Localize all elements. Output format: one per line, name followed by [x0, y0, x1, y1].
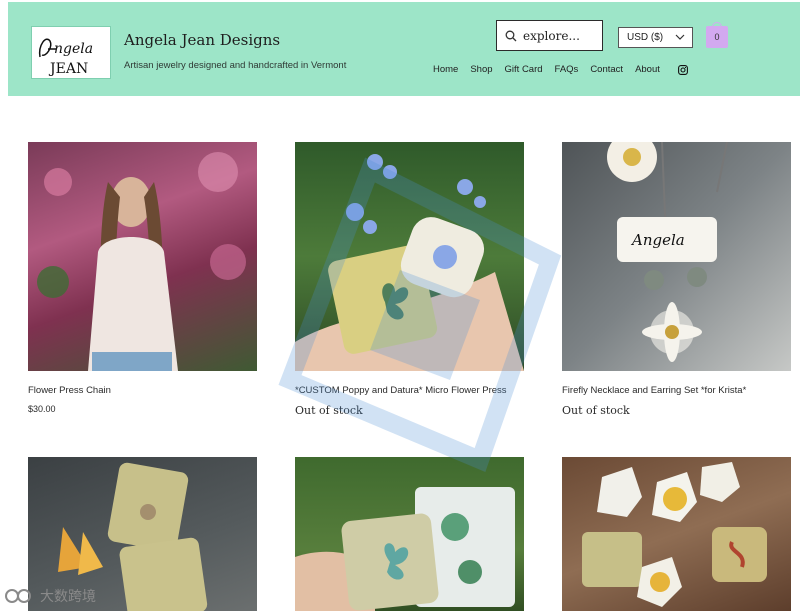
currency-select[interactable]: USD ($) [618, 27, 693, 48]
nav-faqs[interactable]: FAQs [555, 64, 579, 75]
product-name[interactable]: Flower Press Chain [28, 385, 111, 396]
main-nav: Home Shop Gift Card FAQs Contact About [433, 64, 672, 75]
nav-gift-card[interactable]: Gift Card [505, 64, 543, 75]
svg-text:Angela: Angela [630, 231, 685, 249]
search-box[interactable] [496, 20, 603, 51]
product-card[interactable] [28, 142, 257, 371]
site-tagline: Artisan jewelry designed and handcrafted… [124, 60, 347, 71]
nav-contact[interactable]: Contact [590, 64, 623, 75]
currency-value: USD ($) [627, 32, 664, 43]
cart-button[interactable]: 0 [706, 22, 728, 48]
site-title[interactable]: Angela Jean Designs [124, 31, 280, 49]
stock-status: Out of stock [295, 404, 363, 417]
watermark: 大数跨境 [4, 586, 96, 606]
cart-count: 0 [714, 32, 720, 42]
product-image[interactable]: Angela [562, 142, 791, 371]
svg-text:JEAN: JEAN [48, 61, 88, 77]
product-name[interactable]: Firefly Necklace and Earring Set *for Kr… [562, 385, 746, 396]
nav-home[interactable]: Home [433, 64, 458, 75]
nav-about[interactable]: About [635, 64, 660, 75]
site-header: ngela JEAN Angela Jean Designs Artisan j… [8, 2, 800, 96]
nav-shop[interactable]: Shop [470, 64, 492, 75]
watermark-logo-icon [5, 589, 31, 603]
product-card[interactable] [295, 142, 524, 371]
product-image[interactable] [562, 457, 791, 611]
search-icon [505, 30, 517, 41]
brand-logo[interactable]: ngela JEAN [31, 26, 111, 79]
product-price: $30.00 [28, 404, 56, 414]
svg-text:ngela: ngela [54, 41, 93, 57]
product-card[interactable] [295, 457, 524, 611]
product-image[interactable] [28, 142, 257, 371]
instagram-icon[interactable] [678, 65, 688, 75]
stock-status: Out of stock [562, 404, 630, 417]
search-input[interactable] [523, 28, 595, 43]
watermark-text: 大数跨境 [40, 588, 96, 604]
product-image[interactable] [295, 457, 524, 611]
product-card[interactable]: Angela [562, 142, 791, 371]
product-card[interactable] [562, 457, 791, 611]
product-name[interactable]: *CUSTOM Poppy and Datura* Micro Flower P… [295, 385, 507, 396]
product-image[interactable] [295, 142, 524, 371]
chevron-down-icon [675, 34, 685, 40]
